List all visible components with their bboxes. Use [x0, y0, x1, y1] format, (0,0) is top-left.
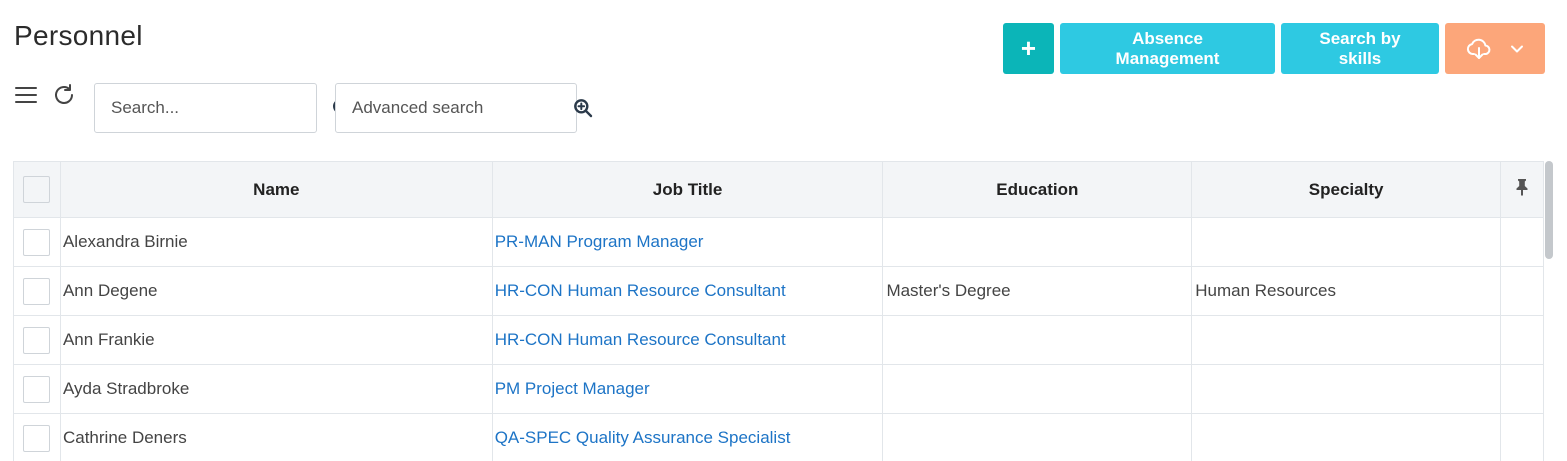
cell-name: Ann Frankie	[61, 316, 493, 364]
job-title-link[interactable]: HR-CON Human Resource Consultant	[495, 281, 786, 301]
search-input[interactable]	[95, 84, 332, 132]
table-header: Name Job Title Education Specialty	[14, 162, 1544, 218]
column-header-name[interactable]: Name	[61, 162, 493, 217]
job-title-link[interactable]: HR-CON Human Resource Consultant	[495, 330, 786, 350]
advanced-search-input[interactable]	[336, 84, 573, 132]
table-row[interactable]: Cathrine Deners QA-SPEC Quality Assuranc…	[14, 414, 1544, 461]
cell-education	[883, 365, 1193, 413]
job-title-link[interactable]: PR-MAN Program Manager	[495, 232, 704, 252]
cell-specialty	[1192, 316, 1502, 364]
column-header-education[interactable]: Education	[883, 162, 1193, 217]
cell-specialty: Human Resources	[1192, 267, 1502, 315]
absence-management-button[interactable]: Absence Management	[1060, 23, 1275, 74]
column-header-specialty[interactable]: Specialty	[1192, 162, 1502, 217]
row-checkbox[interactable]	[23, 326, 51, 354]
cell-specialty	[1192, 218, 1502, 266]
cell-name: Cathrine Deners	[61, 414, 493, 461]
pin-icon[interactable]	[1515, 178, 1529, 201]
job-title-link[interactable]: PM Project Manager	[495, 379, 650, 399]
row-checkbox[interactable]	[23, 424, 51, 452]
scrollbar-thumb[interactable]	[1545, 161, 1553, 259]
zoom-plus-icon[interactable]	[573, 97, 593, 119]
row-checkbox[interactable]	[23, 228, 51, 256]
page-title: Personnel	[14, 20, 143, 51]
search-by-skills-button[interactable]: Search by skills	[1281, 23, 1439, 74]
cloud-download-icon	[1466, 38, 1492, 60]
table-row[interactable]: Ann Degene HR-CON Human Resource Consult…	[14, 267, 1544, 316]
cell-education	[883, 414, 1193, 461]
cell-name: Alexandra Birnie	[61, 218, 493, 266]
table-row[interactable]: Alexandra Birnie PR-MAN Program Manager	[14, 218, 1544, 267]
hamburger-icon[interactable]	[14, 83, 38, 107]
action-buttons: + Absence Management Search by skills	[1003, 23, 1545, 74]
search-box	[94, 83, 352, 133]
row-checkbox[interactable]	[23, 277, 51, 305]
cell-education: Master's Degree	[883, 267, 1193, 315]
cell-education	[883, 218, 1193, 266]
chevron-down-icon	[1510, 44, 1524, 54]
refresh-icon[interactable]	[52, 83, 76, 107]
table-row[interactable]: Ayda Stradbroke PM Project Manager	[14, 365, 1544, 414]
cell-education	[883, 316, 1193, 364]
job-title-link[interactable]: QA-SPEC Quality Assurance Specialist	[495, 428, 791, 448]
personnel-table: Name Job Title Education Specialty Alexa…	[13, 161, 1544, 461]
row-checkbox[interactable]	[23, 375, 51, 403]
select-all-checkbox[interactable]	[23, 176, 51, 203]
cell-name: Ann Degene	[61, 267, 493, 315]
table-row[interactable]: Ann Frankie HR-CON Human Resource Consul…	[14, 316, 1544, 365]
cell-specialty	[1192, 365, 1502, 413]
cell-name: Ayda Stradbroke	[61, 365, 493, 413]
cell-specialty	[1192, 414, 1502, 461]
toolbar	[14, 83, 76, 107]
export-dropdown-button[interactable]	[1445, 23, 1545, 74]
column-header-job-title[interactable]: Job Title	[493, 162, 884, 217]
table-scrollbar[interactable]	[1544, 161, 1554, 461]
add-button[interactable]: +	[1003, 23, 1054, 74]
advanced-search-box	[335, 83, 593, 133]
